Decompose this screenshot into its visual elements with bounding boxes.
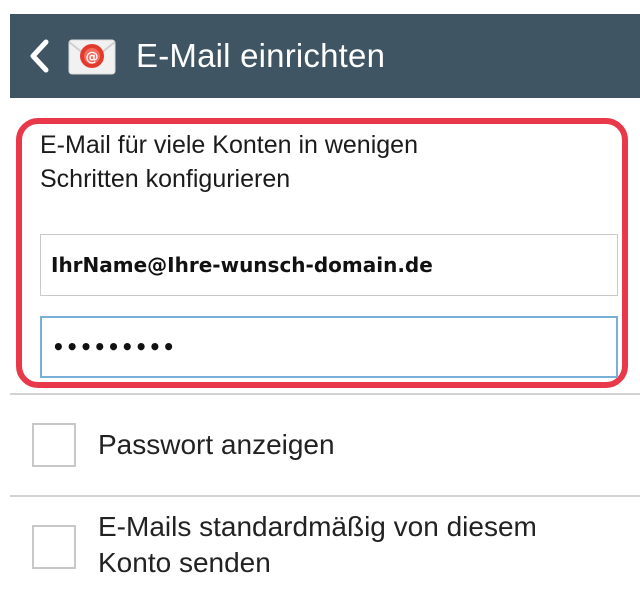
back-button[interactable] (22, 34, 56, 78)
default-send-label: E-Mails standardmäßig von diesem Konto s… (98, 509, 537, 581)
status-strip (0, 0, 640, 14)
password-field[interactable]: ••••••••• (40, 316, 618, 378)
default-send-row[interactable]: E-Mails standardmäßig von diesem Konto s… (10, 497, 640, 597)
default-send-label-line-2: Konto senden (98, 547, 271, 578)
email-value: IhrName@Ihre-wunsch-domain.de (51, 253, 433, 277)
intro-line-2: Schritten konfigurieren (40, 165, 291, 193)
screen-title: E-Mail einrichten (136, 37, 386, 74)
email-setup-screen: @ E-Mail einrichten E-Mail für viele Kon… (0, 0, 640, 597)
action-bar: @ E-Mail einrichten (10, 14, 640, 98)
show-password-label: Passwort anzeigen (98, 429, 335, 460)
default-send-label-line-1: E-Mails standardmäßig von diesem (98, 511, 537, 542)
svg-text:@: @ (86, 50, 99, 65)
email-field[interactable]: IhrName@Ihre-wunsch-domain.de (40, 234, 618, 296)
show-password-row[interactable]: Passwort anzeigen (10, 395, 640, 495)
show-password-checkbox[interactable] (32, 423, 76, 467)
default-send-checkbox[interactable] (32, 525, 76, 569)
email-envelope-icon: @ (66, 30, 118, 82)
intro-line-1: E-Mail für viele Konten in wenigen (40, 131, 418, 159)
password-value: ••••••••• (52, 335, 177, 359)
setup-intro-text: E-Mail für viele Konten in wenigen Schri… (40, 128, 600, 196)
chevron-left-icon (30, 39, 49, 73)
